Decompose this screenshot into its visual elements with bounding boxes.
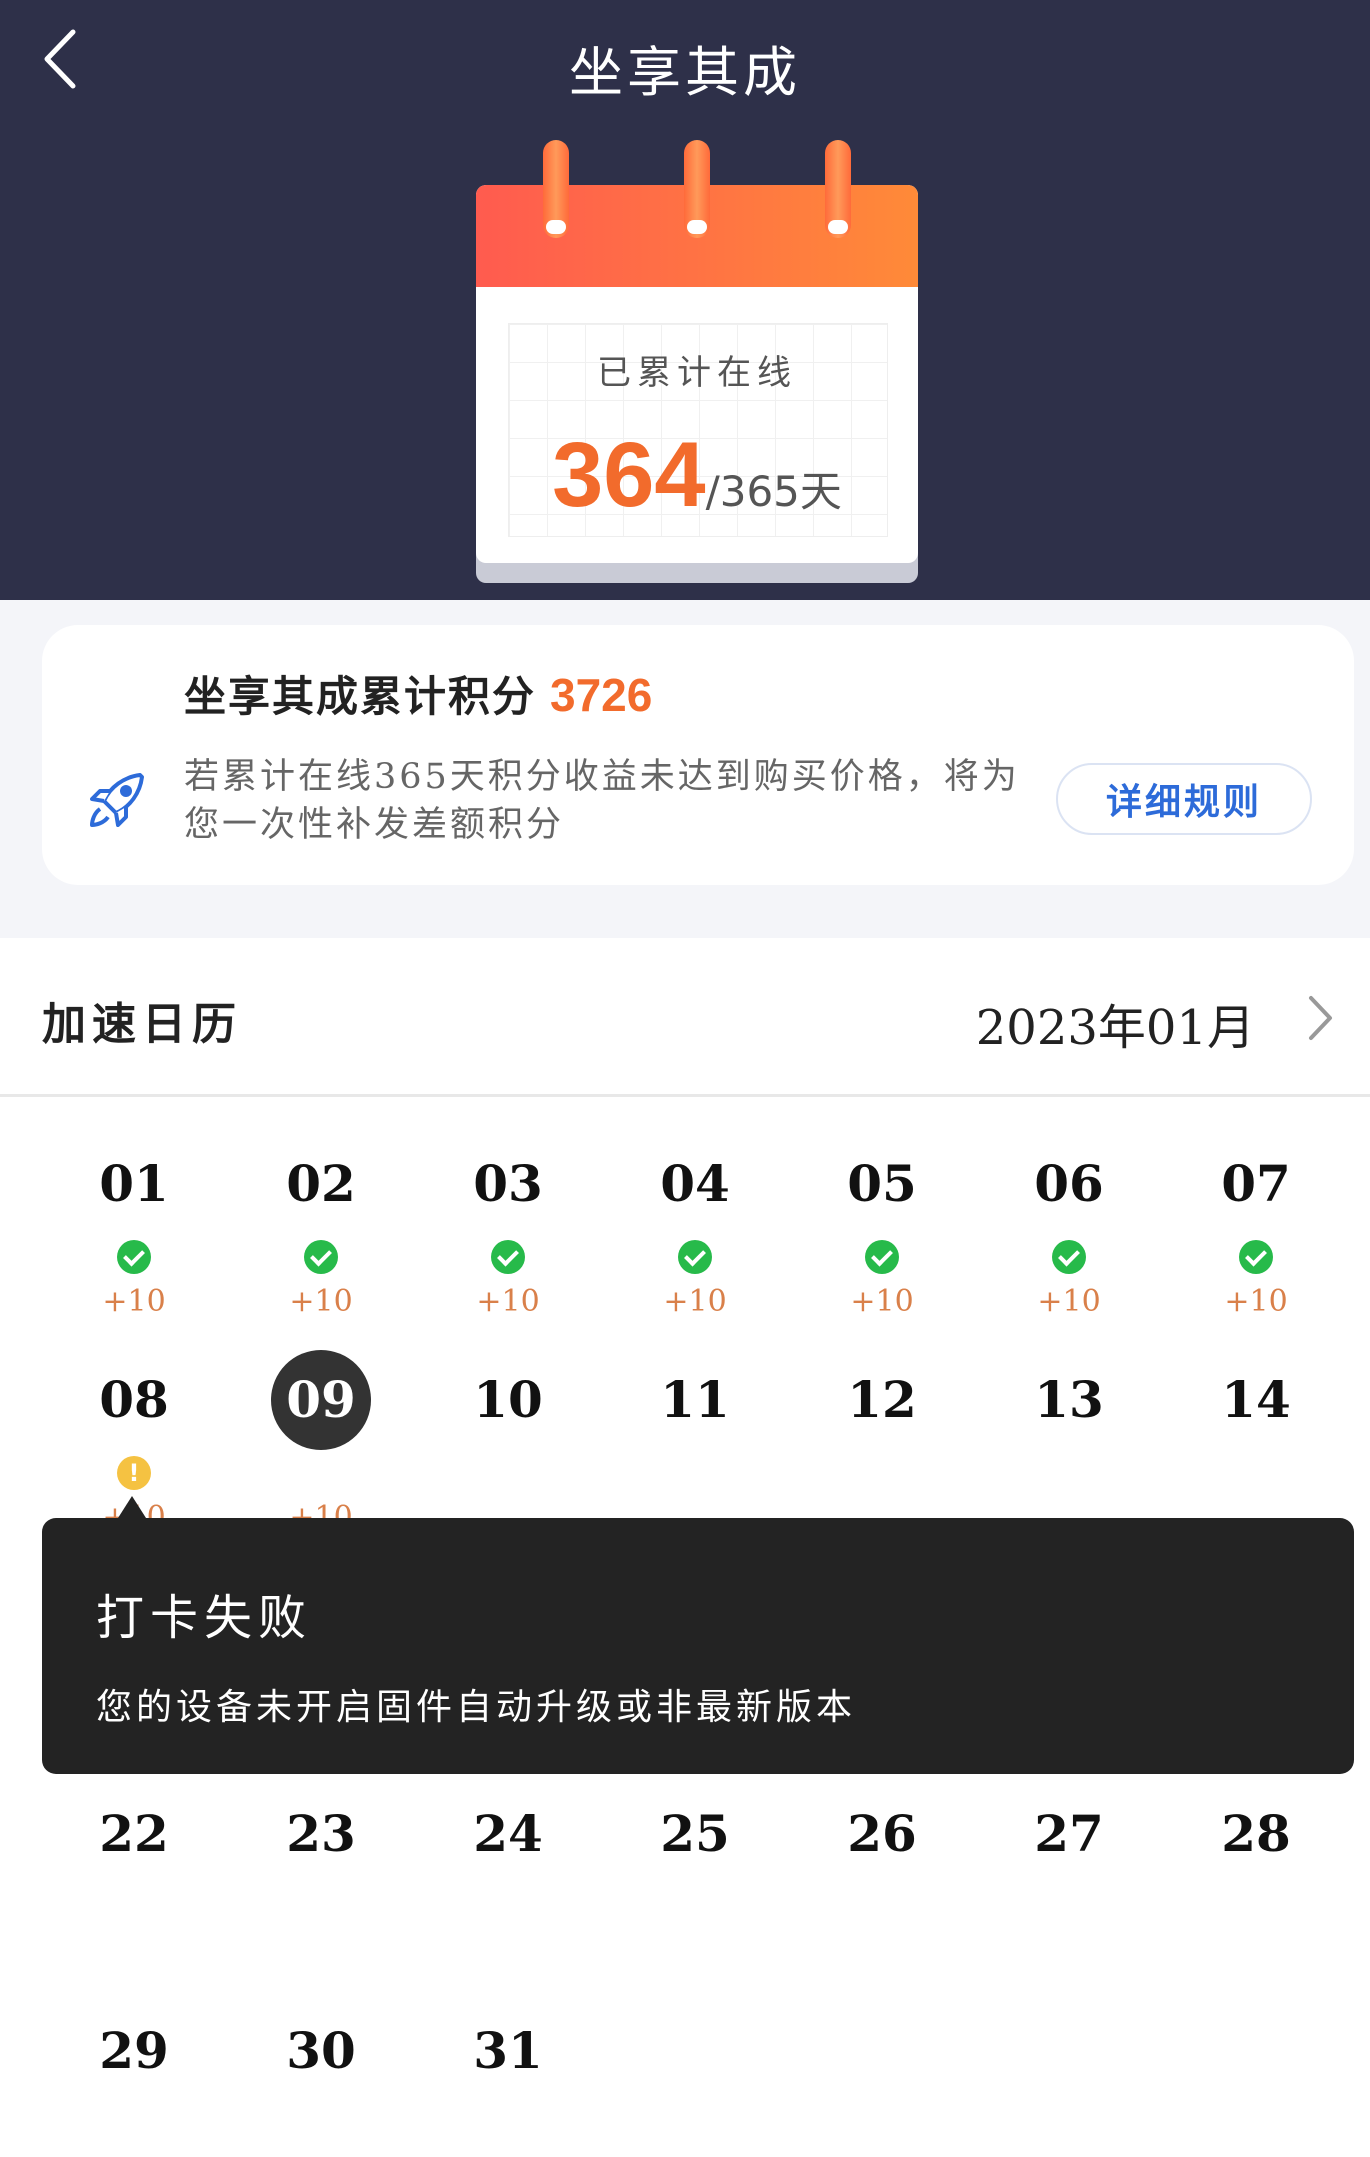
calendar-ring (543, 140, 569, 238)
calendar-day[interactable]: 12 (807, 1350, 957, 1450)
calendar-day-points: +10 (289, 1284, 353, 1319)
calendar-day-points: +10 (1224, 1284, 1288, 1319)
check-circle-icon (678, 1240, 712, 1274)
calendar-illustration: 已累计在线 364/365天 (476, 140, 918, 583)
check-circle-icon (117, 1240, 151, 1274)
chevron-right-icon[interactable] (1306, 990, 1336, 1046)
check-circle-icon (865, 1240, 899, 1274)
calendar-day[interactable]: 07 +10 (1181, 1134, 1331, 1319)
calendar-day[interactable]: 30 (246, 2001, 396, 2101)
calendar-card: 已累计在线 364/365天 (476, 185, 918, 563)
calendar-day-number: 06 (1034, 1154, 1104, 1213)
warning-circle-icon: ! (117, 1456, 151, 1490)
calendar-day-number: 10 (473, 1370, 543, 1429)
check-circle-icon (491, 1240, 525, 1274)
calendar-day[interactable]: 03 +10 (433, 1134, 583, 1319)
calendar-day-number: 12 (847, 1370, 917, 1429)
online-count: 364/365天 (476, 423, 918, 528)
calendar-ring (684, 140, 710, 238)
points-value: 3726 (550, 669, 653, 721)
calendar-day-number: 29 (99, 2021, 169, 2080)
calendar-day-number: 05 (847, 1154, 917, 1213)
calendar-day[interactable]: 27 (994, 1784, 1144, 1884)
calendar-day[interactable]: 22 (59, 1784, 209, 1884)
calendar-section-header: 加速日历 2023年01月 (0, 938, 1370, 1097)
calendar-day-number: 02 (286, 1154, 356, 1213)
calendar-day-number: 24 (473, 1804, 543, 1863)
calendar-title: 加速日历 (42, 999, 242, 1050)
calendar-day[interactable]: 28 (1181, 1784, 1331, 1884)
calendar-day[interactable]: 24 (433, 1784, 583, 1884)
calendar-day[interactable]: 10 (433, 1350, 583, 1450)
toast-message: 您的设备未开启固件自动升级或非最新版本 (96, 1687, 857, 1728)
online-label: 已累计在线 (597, 353, 797, 393)
calendar-day[interactable]: 13 (994, 1350, 1144, 1450)
calendar-day-number: 07 (1221, 1154, 1291, 1213)
calendar-day-number: 27 (1034, 1804, 1104, 1863)
calendar-day-points: +10 (476, 1284, 540, 1319)
calendar-day-points: +10 (850, 1284, 914, 1319)
calendar-day-number: 22 (99, 1804, 169, 1863)
calendar-day-number: 13 (1034, 1370, 1104, 1429)
calendar-day-number: 03 (473, 1154, 543, 1213)
calendar-ring (825, 140, 851, 238)
calendar-day-number: 14 (1221, 1370, 1291, 1429)
rules-button[interactable]: 详细规则 (1056, 763, 1312, 835)
points-title: 坐享其成累计积分 (184, 672, 537, 721)
calendar-day[interactable]: 31 (433, 2001, 583, 2101)
month-label[interactable]: 2023年01月 (976, 988, 1255, 1058)
calendar-day-number: 09 (271, 1350, 371, 1450)
calendar-day[interactable]: 05 +10 (807, 1134, 957, 1319)
calendar-day-number: 30 (286, 2021, 356, 2080)
rocket-icon (90, 773, 144, 827)
calendar-day[interactable]: 23 (246, 1784, 396, 1884)
calendar-day-points: +10 (663, 1284, 727, 1319)
calendar-day[interactable]: 25 (620, 1784, 770, 1884)
online-days-total: /365天 (705, 467, 842, 516)
check-circle-icon (1052, 1240, 1086, 1274)
check-circle-icon (1239, 1240, 1273, 1274)
calendar-day[interactable]: 26 (807, 1784, 957, 1884)
calendar-day-points: +10 (1037, 1284, 1101, 1319)
toast: 打卡失败 您的设备未开启固件自动升级或非最新版本 (42, 1518, 1354, 1774)
calendar-day-number: 31 (473, 2021, 543, 2080)
calendar-day-number: 26 (847, 1804, 917, 1863)
points-card: 坐享其成累计积分 3726 若累计在线365天积分收益未达到购买价格，将为您一次性… (42, 625, 1354, 885)
calendar-day-number: 25 (660, 1804, 730, 1863)
calendar-day-number: 04 (660, 1154, 730, 1213)
calendar-day[interactable]: 09+10 (246, 1350, 396, 1535)
calendar-day-number: 01 (99, 1154, 169, 1213)
calendar-day[interactable]: 29 (59, 2001, 209, 2101)
calendar-day[interactable]: 11 (620, 1350, 770, 1450)
points-title-row: 坐享其成累计积分 3726 (184, 663, 652, 724)
check-circle-icon (304, 1240, 338, 1274)
calendar-day[interactable]: 14 (1181, 1350, 1331, 1450)
calendar-day[interactable]: 04 +10 (620, 1134, 770, 1319)
calendar-day-points: +10 (102, 1284, 166, 1319)
calendar-day[interactable]: 02 +10 (246, 1134, 396, 1319)
toast-title: 打卡失败 (96, 1590, 313, 1646)
calendar-day[interactable]: 01 +10 (59, 1134, 209, 1319)
online-days-current: 364 (552, 424, 706, 526)
calendar-day-number: 11 (660, 1370, 730, 1429)
calendar-day-number: 23 (286, 1804, 356, 1863)
calendar-day-number: 08 (99, 1370, 169, 1429)
points-description: 若累计在线365天积分收益未达到购买价格，将为您一次性补发差额积分 (184, 757, 1020, 845)
calendar-day[interactable]: 06 +10 (994, 1134, 1144, 1319)
toast-pointer (118, 1496, 146, 1518)
page-title: 坐享其成 (569, 41, 801, 104)
calendar-day-number: 28 (1221, 1804, 1291, 1863)
